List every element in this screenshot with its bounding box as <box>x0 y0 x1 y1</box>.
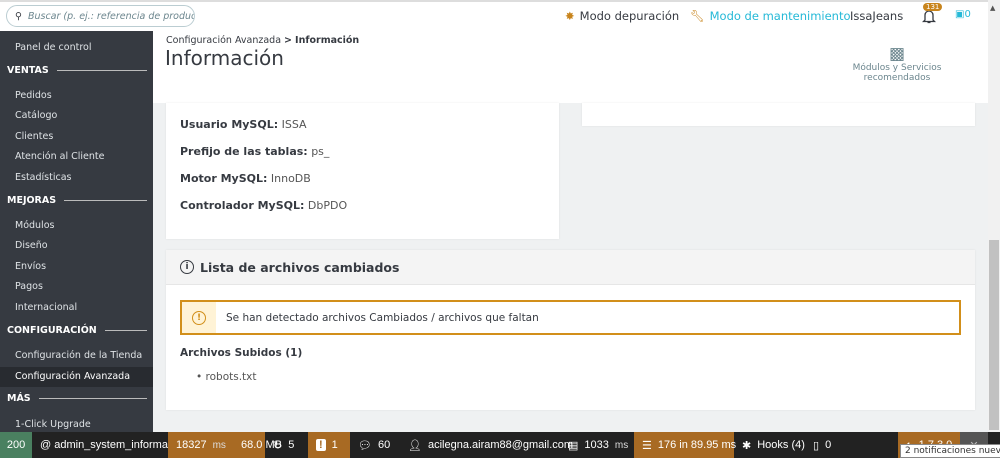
sidebar-section-ventas: VENTAS <box>7 65 147 76</box>
recommended-modules-button[interactable]: ▩ Módulos y Servicios recomendados <box>824 45 970 83</box>
db-label: Usuario MySQL: <box>180 118 279 131</box>
db-user-row: Usuario MySQL: ISSA <box>180 118 307 131</box>
debug-mode-link[interactable]: ✸ Modo depuración <box>565 9 679 23</box>
shop-name-link[interactable]: IssaJeans <box>850 9 903 23</box>
wrench-icon: 🔧︎ <box>690 9 705 23</box>
sidebar-section-mejoras: MEJORAS <box>7 195 147 206</box>
sidebar-item-orders[interactable]: Pedidos <box>0 86 153 106</box>
side-card <box>582 103 975 126</box>
uploaded-files-heading: Archivos Subidos (1) <box>180 347 303 359</box>
db-engine-row: Motor MySQL: InnoDB <box>180 172 311 185</box>
sidebar: Panel de control VENTAS Pedidos Catálogo… <box>0 31 153 432</box>
sidebar-section-mas: MÁS <box>7 393 147 404</box>
notifications-badge: 131 <box>923 3 943 11</box>
db-label: Controlador MySQL: <box>180 199 305 212</box>
translations-item[interactable]: 💬︎ 60 <box>350 432 400 458</box>
hooks-value: Hooks (4) <box>757 439 805 451</box>
file-name: robots.txt <box>205 371 257 383</box>
sidebar-item-payment[interactable]: Pagos <box>0 277 153 297</box>
card-header: i Lista de archivos cambiados <box>166 250 975 285</box>
db-value: InnoDB <box>270 172 311 185</box>
queries-item[interactable]: ☰ 176 in 89.95 ms <box>634 432 737 458</box>
translate-icon: 💬︎ <box>358 439 372 452</box>
sidebar-item-international[interactable]: Internacional <box>0 298 153 318</box>
db-driver-row: Controlador MySQL: DbPDO <box>180 199 347 212</box>
sidebar-item-customer-service[interactable]: Atención al Cliente <box>0 147 153 167</box>
render-value: 1033 <box>584 439 609 451</box>
time-unit: ms <box>212 439 226 451</box>
avatar-alt: 0 <box>964 9 971 20</box>
sidebar-item-dashboard[interactable]: Panel de control <box>0 38 153 58</box>
db-label: Prefijo de las tablas: <box>180 145 308 158</box>
antenna-icon: ✱ <box>742 439 752 452</box>
search-input[interactable]: ⚲ Buscar (p. ej.: referencia de producto… <box>6 5 195 27</box>
recommended-modules-label: Módulos y Servicios recomendados <box>852 63 942 83</box>
route-name[interactable]: @ admin_system_information <box>32 432 186 458</box>
info-icon: i <box>180 260 194 274</box>
render-unit: ms <box>614 439 629 451</box>
hooks-item[interactable]: ✱ Hooks (4) <box>734 432 805 458</box>
db-value: ISSA <box>281 118 307 131</box>
page-title: Información <box>165 46 284 70</box>
sidebar-item-modules[interactable]: Módulos <box>0 216 153 236</box>
sidebar-item-customers[interactable]: Clientes <box>0 127 153 147</box>
sidebar-item-design[interactable]: Diseño <box>0 236 153 256</box>
bug-icon: ✸ <box>565 9 575 23</box>
warning-alert: ! Se han detectado archivos Cambiados / … <box>180 300 961 335</box>
sidebar-item-stats[interactable]: Estadísticas <box>0 168 153 188</box>
notifications-tooltip: 2 notificaciones nuevas <box>900 444 1000 458</box>
time-value: 18327 <box>176 439 207 451</box>
changed-files-card: i Lista de archivos cambiados ! Se han d… <box>166 250 975 410</box>
queries-value: 176 in 89.95 ms <box>657 439 737 451</box>
user-email: acilegna.airam88@gmail.com <box>427 439 574 451</box>
errors-item[interactable]: ! 1 <box>308 432 350 458</box>
translations-count: 60 <box>377 439 391 451</box>
cache-item[interactable]: ↻ 5 <box>265 432 308 458</box>
search-placeholder: Buscar (p. ej.: referencia de producto, … <box>27 10 194 22</box>
scrollbar-thumb[interactable] <box>989 240 999 430</box>
breadcrumb: Configuración Avanzada > Información <box>166 35 359 46</box>
puzzle-icon: ▩ <box>888 44 906 64</box>
sidebar-item-shipping[interactable]: Envíos <box>0 257 153 277</box>
user-icon: 👤︎ <box>408 439 422 452</box>
maintenance-mode-label: Modo de mantenimiento <box>709 9 851 23</box>
debug-toolbar: 200 @ admin_system_information 18327 ms 6… <box>0 432 1000 458</box>
sidebar-section-configuracion: CONFIGURACIÓN <box>7 325 147 336</box>
sidebar-item-shop-parameters[interactable]: Configuración de la Tienda <box>0 346 153 366</box>
render-time-item[interactable]: ▤ 1033 ms <box>560 432 634 458</box>
sidebar-item-advanced-parameters[interactable]: Configuración Avanzada <box>0 367 153 387</box>
scroll-up-icon[interactable]: ▲ <box>990 4 995 12</box>
user-item[interactable]: 👤︎ acilegna.airam88@gmail.com <box>400 432 573 458</box>
time-memory[interactable]: 18327 ms 68.0 MB <box>168 432 282 458</box>
sidebar-item-catalog[interactable]: Catálogo <box>0 106 153 126</box>
refresh-icon: ↻ <box>273 439 283 452</box>
breadcrumb-parent[interactable]: Configuración Avanzada <box>166 35 281 46</box>
db-value: DbPDO <box>307 199 348 212</box>
db-prefix-row: Prefijo de las tablas: ps_ <box>180 145 329 158</box>
breadcrumb-current: Información <box>295 35 360 46</box>
cache-count: 5 <box>288 439 295 451</box>
search-icon: ⚲ <box>15 10 22 22</box>
fuel-icon: ▯ <box>813 439 820 452</box>
warning-icon: ! <box>182 302 216 333</box>
card-title: Lista de archivos cambiados <box>200 259 400 275</box>
database-info-card: Usuario MySQL: ISSA Prefijo de las tabla… <box>166 103 559 239</box>
db-value: ps_ <box>311 145 330 158</box>
alert-text: Se han detectado archivos Cambiados / ar… <box>226 311 539 324</box>
exclamation-icon: ! <box>316 439 326 451</box>
debug-mode-label: Modo depuración <box>579 9 680 23</box>
db-label: Motor MySQL: <box>180 172 268 185</box>
list-item: • robots.txt <box>196 371 257 383</box>
modules-count: 0 <box>825 439 832 451</box>
maintenance-mode-link[interactable]: 🔧︎ Modo de mantenimiento <box>690 9 851 23</box>
status-code[interactable]: 200 <box>0 432 32 458</box>
errors-count: 1 <box>331 439 338 451</box>
layout-icon: ▤ <box>568 439 579 452</box>
employee-avatar[interactable]: ▣0 <box>955 9 971 20</box>
breadcrumb-separator: > <box>284 35 293 46</box>
modules-item[interactable]: ▯ 0 <box>805 432 898 458</box>
database-icon: ☰ <box>642 439 652 452</box>
